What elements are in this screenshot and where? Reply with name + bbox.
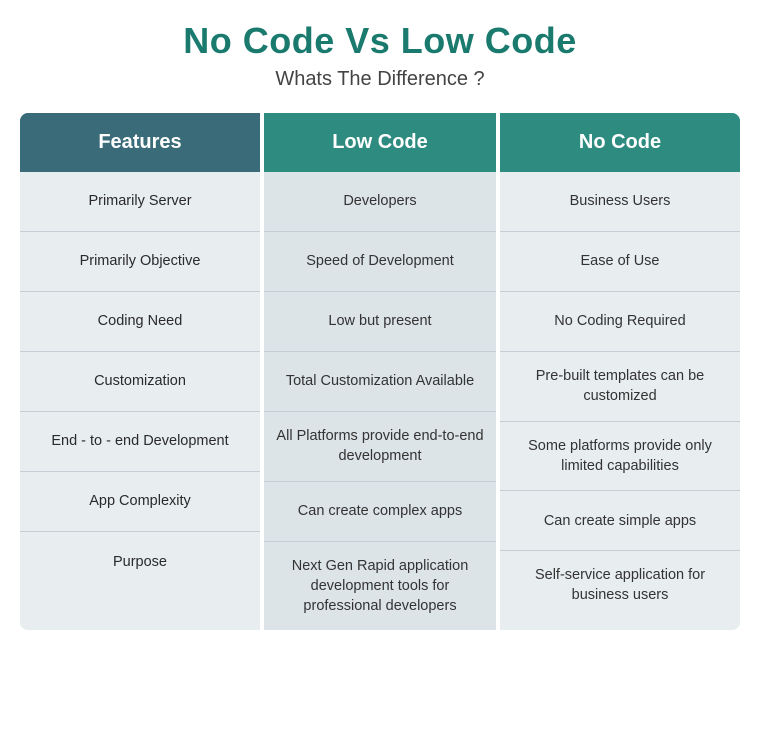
cell-row3-col1: Total Customization Available: [264, 352, 496, 412]
cell-row3-col0: Customization: [20, 352, 260, 412]
cell-row6-col1: Next Gen Rapid application development t…: [264, 542, 496, 631]
comparison-table: FeaturesPrimarily ServerPrimarily Object…: [20, 113, 740, 630]
cell-row6-col0: Purpose: [20, 532, 260, 592]
col-header-0: Features: [20, 113, 260, 172]
cell-row4-col1: All Platforms provide end-to-end develop…: [264, 412, 496, 482]
cell-row1-col0: Primarily Objective: [20, 232, 260, 292]
cell-row6-col2: Self-service application for business us…: [500, 551, 740, 620]
cell-row1-col1: Speed of Development: [264, 232, 496, 292]
col-header-1: Low Code: [264, 113, 496, 172]
cell-row0-col0: Primarily Server: [20, 172, 260, 232]
cell-row4-col2: Some platforms provide only limited capa…: [500, 422, 740, 492]
page-title: No Code Vs Low Code: [183, 20, 577, 62]
cell-row2-col2: No Coding Required: [500, 292, 740, 352]
column-1: Low CodeDevelopersSpeed of DevelopmentLo…: [264, 113, 496, 630]
cell-row2-col1: Low but present: [264, 292, 496, 352]
cell-row2-col0: Coding Need: [20, 292, 260, 352]
cell-row5-col2: Can create simple apps: [500, 491, 740, 551]
cell-row5-col0: App Complexity: [20, 472, 260, 532]
column-0: FeaturesPrimarily ServerPrimarily Object…: [20, 113, 260, 630]
col-header-2: No Code: [500, 113, 740, 172]
cell-row0-col1: Developers: [264, 172, 496, 232]
cell-row1-col2: Ease of Use: [500, 232, 740, 292]
cell-row3-col2: Pre-built templates can be customized: [500, 352, 740, 422]
column-2: No CodeBusiness UsersEase of UseNo Codin…: [500, 113, 740, 630]
cell-row5-col1: Can create complex apps: [264, 482, 496, 542]
page-subtitle: Whats The Difference ?: [275, 68, 484, 91]
cell-row4-col0: End - to - end Development: [20, 412, 260, 472]
cell-row0-col2: Business Users: [500, 172, 740, 232]
